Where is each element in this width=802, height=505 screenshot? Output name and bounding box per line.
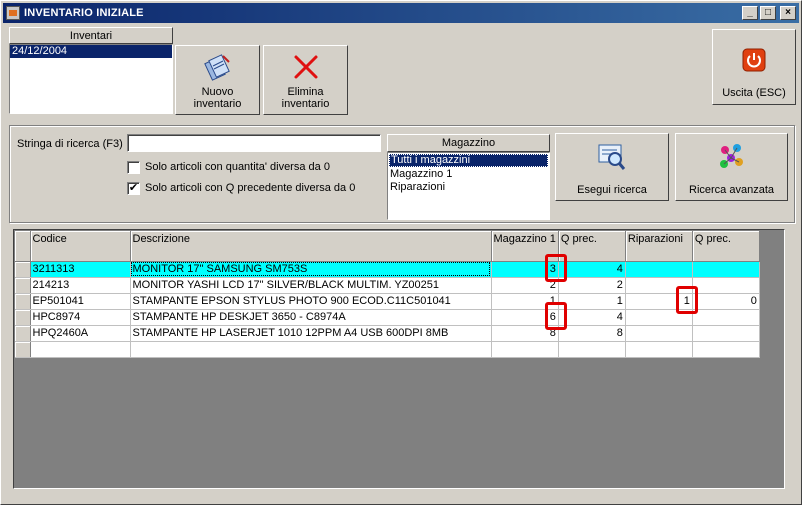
- table-cell[interactable]: 3211313: [30, 261, 131, 278]
- esegui-ricerca-button[interactable]: Esegui ricerca: [555, 133, 669, 201]
- table-cell[interactable]: 2: [558, 277, 626, 294]
- col-header-descrizione[interactable]: Descrizione: [130, 231, 492, 262]
- ricerca-avanzata-button[interactable]: Ricerca avanzata: [675, 133, 788, 201]
- col-header-codice[interactable]: Codice: [30, 231, 131, 262]
- table-cell[interactable]: STAMPANTE HP DESKJET 3650 - C8974A: [130, 309, 492, 326]
- new-document-icon: [203, 54, 230, 81]
- inventari-list[interactable]: 24/12/2004: [9, 44, 173, 114]
- check-q-precedente[interactable]: ✔: [127, 182, 140, 195]
- table-cell[interactable]: 214213: [30, 277, 131, 294]
- col-header-qprec1[interactable]: Q prec.: [558, 231, 626, 262]
- main-window: INVENTARIO INIZIALE _ □ × Inventari 24/1…: [0, 0, 802, 505]
- magazzino-header: Magazzino: [387, 134, 550, 152]
- table-cell[interactable]: HPQ2460A: [30, 325, 131, 342]
- row-indicator[interactable]: [15, 309, 31, 326]
- list-item-tutti[interactable]: Tutti i magazzini: [389, 154, 548, 167]
- table-cell[interactable]: 4: [558, 261, 626, 278]
- check-quantita-diversa[interactable]: [127, 161, 140, 174]
- table-cell[interactable]: [558, 341, 626, 358]
- table-cell[interactable]: HPC8974: [30, 309, 131, 326]
- power-icon: [742, 48, 766, 72]
- elimina-inventario-button[interactable]: Elimina inventario: [263, 45, 348, 115]
- check-q-precedente-label: Solo articoli con Q precedente diversa d…: [145, 182, 356, 194]
- col-header-riparazioni[interactable]: Riparazioni: [625, 231, 693, 262]
- nuovo-label-2: inventario: [193, 98, 242, 110]
- row-indicator[interactable]: [15, 293, 31, 310]
- search-label: Stringa di ricerca (F3): [17, 138, 123, 150]
- table-cell[interactable]: STAMPANTE HP LASERJET 1010 12PPM A4 USB …: [130, 325, 492, 342]
- row-indicator[interactable]: [15, 325, 31, 342]
- close-button[interactable]: ×: [780, 6, 796, 20]
- table-cell[interactable]: [692, 309, 760, 326]
- check-quantita-label: Solo articoli con quantita' diversa da 0: [145, 161, 330, 173]
- row-indicator[interactable]: [15, 277, 31, 294]
- table-cell[interactable]: [491, 341, 559, 358]
- table-cell[interactable]: [692, 341, 760, 358]
- molecule-icon: [719, 144, 743, 168]
- col-header-qprec2[interactable]: Q prec.: [692, 231, 760, 262]
- window-title: INVENTARIO INIZIALE: [24, 7, 144, 19]
- annotation-box: [545, 302, 567, 330]
- table-cell[interactable]: MONITOR YASHI LCD 17" SILVER/BLACK MULTI…: [130, 277, 492, 294]
- table-row[interactable]: EP501041 STAMPANTE EPSON STYLUS PHOTO 900…: [15, 293, 760, 310]
- esegui-label: Esegui ricerca: [577, 184, 647, 196]
- elimina-label-2: inventario: [281, 98, 330, 110]
- annotation-box: [676, 286, 698, 314]
- table-row[interactable]: HPC8974 STAMPANTE HP DESKJET 3650 - C8974…: [15, 309, 760, 326]
- table-cell[interactable]: EP501041: [30, 293, 131, 310]
- table-row[interactable]: 3211313 MONITOR 17" SAMSUNG SM753S 3 4: [15, 261, 760, 278]
- table-cell[interactable]: 1: [558, 293, 626, 310]
- search-magnifier-icon: [598, 144, 626, 170]
- table-cell[interactable]: [30, 341, 131, 358]
- minimize-button[interactable]: _: [742, 6, 758, 20]
- table-cell[interactable]: [625, 325, 693, 342]
- table-cell[interactable]: [625, 341, 693, 358]
- table-cell[interactable]: 8: [558, 325, 626, 342]
- uscita-label: Uscita (ESC): [722, 87, 786, 99]
- table-cell[interactable]: STAMPANTE EPSON STYLUS PHOTO 900 ECOD.C1…: [130, 293, 492, 310]
- app-icon: [6, 6, 20, 20]
- nuovo-label-1: Nuovo: [201, 86, 234, 98]
- table-cell[interactable]: [625, 261, 693, 278]
- delete-x-icon: [294, 55, 317, 79]
- table-cell[interactable]: [692, 261, 760, 278]
- magazzino-list[interactable]: Tutti i magazzini Magazzino 1 Riparazion…: [387, 152, 550, 220]
- nuovo-inventario-button[interactable]: Nuovo inventario: [175, 45, 260, 115]
- table-cell[interactable]: MONITOR 17" SAMSUNG SM753S: [130, 261, 492, 278]
- uscita-button[interactable]: Uscita (ESC): [712, 29, 796, 105]
- row-indicator[interactable]: [15, 261, 31, 278]
- avanzata-label: Ricerca avanzata: [689, 184, 774, 196]
- list-item-riparazioni[interactable]: Riparazioni: [388, 181, 549, 194]
- table-row[interactable]: [15, 341, 760, 358]
- table-cell[interactable]: 4: [558, 309, 626, 326]
- articles-table: Codice Descrizione Magazzino 1 Q prec. R…: [15, 231, 760, 358]
- row-indicator-header: [15, 231, 31, 262]
- table-cell[interactable]: [130, 341, 492, 358]
- table-row[interactable]: HPQ2460A STAMPANTE HP LASERJET 1010 12PPM…: [15, 325, 760, 342]
- table-row[interactable]: 214213 MONITOR YASHI LCD 17" SILVER/BLACK…: [15, 277, 760, 294]
- elimina-label-1: Elimina: [287, 86, 324, 98]
- search-input[interactable]: [127, 134, 381, 152]
- inventari-header: Inventari: [9, 27, 173, 44]
- row-indicator[interactable]: [15, 341, 31, 358]
- maximize-button[interactable]: □: [760, 6, 776, 20]
- table-cell[interactable]: [692, 325, 760, 342]
- title-bar[interactable]: INVENTARIO INIZIALE _ □ ×: [3, 3, 799, 23]
- table-cell[interactable]: [692, 277, 760, 294]
- table-cell[interactable]: 0: [692, 293, 760, 310]
- list-item[interactable]: 24/12/2004: [10, 45, 172, 58]
- list-item-magazzino1[interactable]: Magazzino 1: [388, 168, 549, 181]
- articles-grid[interactable]: Codice Descrizione Magazzino 1 Q prec. R…: [13, 229, 785, 489]
- annotation-box: [545, 254, 567, 282]
